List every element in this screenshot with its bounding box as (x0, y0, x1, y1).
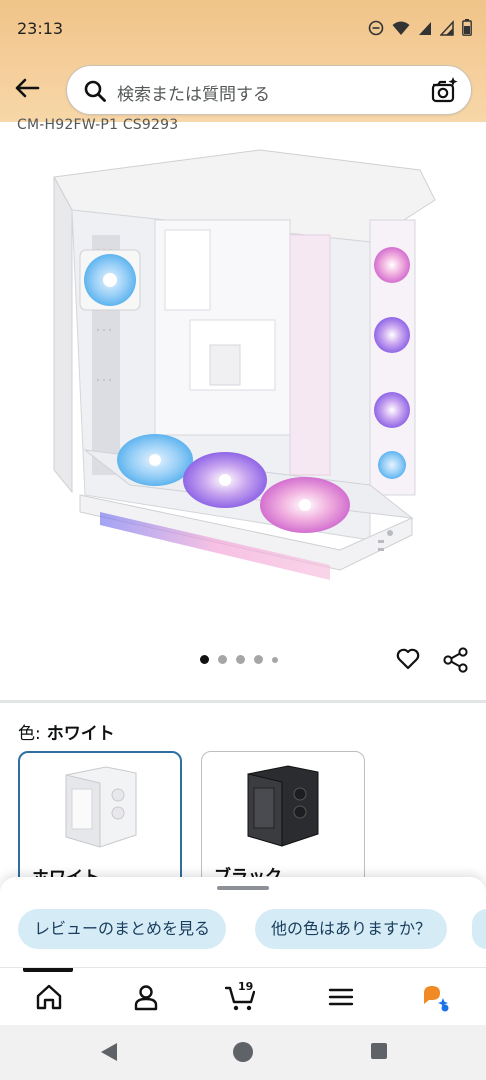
selected-color: ホワイト (46, 724, 115, 744)
rufus-icon[interactable] (421, 982, 451, 1012)
color-option-white[interactable]: ホワイト (18, 751, 182, 891)
pagination-dot[interactable] (200, 655, 209, 664)
product-image[interactable] (40, 140, 440, 610)
account-icon[interactable] (131, 982, 161, 1012)
pagination-dot[interactable] (236, 655, 245, 664)
model-code: CM-H92FW-P1 CS9293 (17, 117, 179, 133)
status-bar: 23:13 (0, 0, 486, 58)
pagination-dot[interactable] (254, 655, 263, 664)
image-pagination[interactable] (200, 655, 278, 664)
suggestion-chip[interactable]: 他の色はありますか？ (255, 909, 448, 949)
system-recents-icon[interactable] (371, 1043, 387, 1059)
color-label: 色: (18, 724, 41, 744)
search-bar[interactable]: 検索または質問する (66, 65, 472, 115)
active-tab-indicator (23, 968, 73, 972)
share-icon[interactable] (442, 646, 470, 674)
section-divider (0, 700, 486, 703)
suggestion-chip-partial[interactable] (472, 909, 486, 949)
system-back-icon[interactable] (99, 1041, 119, 1063)
search-icon (84, 80, 106, 102)
suggestion-sheet: レビューのまとめを見る 他の色はありますか？ (0, 877, 486, 967)
cart-count-badge: 19 (238, 980, 254, 993)
system-home-icon[interactable] (233, 1042, 253, 1062)
bottom-navigation: 19 (0, 967, 486, 1025)
header: 23:13 検索または質問する (0, 0, 486, 122)
color-label-row: 色: ホワイト (18, 719, 115, 744)
pagination-dot[interactable] (218, 655, 227, 664)
status-icons (368, 19, 472, 36)
search-input[interactable]: 検索または質問する (117, 80, 270, 105)
home-icon[interactable] (34, 982, 64, 1012)
system-navigation-bar (0, 1025, 486, 1080)
menu-icon[interactable] (326, 982, 356, 1012)
dnd-icon (368, 20, 384, 35)
wifi-icon (392, 21, 410, 35)
back-arrow-icon[interactable] (12, 73, 42, 103)
suggestion-chip[interactable]: レビューのまとめを見る (18, 909, 227, 949)
status-time: 23:13 (17, 19, 64, 38)
pagination-dot[interactable] (272, 656, 278, 663)
camera-search-icon[interactable] (429, 76, 459, 106)
sheet-drag-handle[interactable] (217, 886, 269, 890)
heart-icon[interactable] (395, 646, 421, 672)
black-case-thumbnail (247, 765, 319, 847)
battery-icon (462, 19, 472, 36)
white-case-thumbnail (65, 766, 137, 848)
color-option-black[interactable]: ブラック (201, 751, 365, 891)
signal-icon (419, 21, 431, 35)
signal-2-icon (440, 19, 454, 36)
